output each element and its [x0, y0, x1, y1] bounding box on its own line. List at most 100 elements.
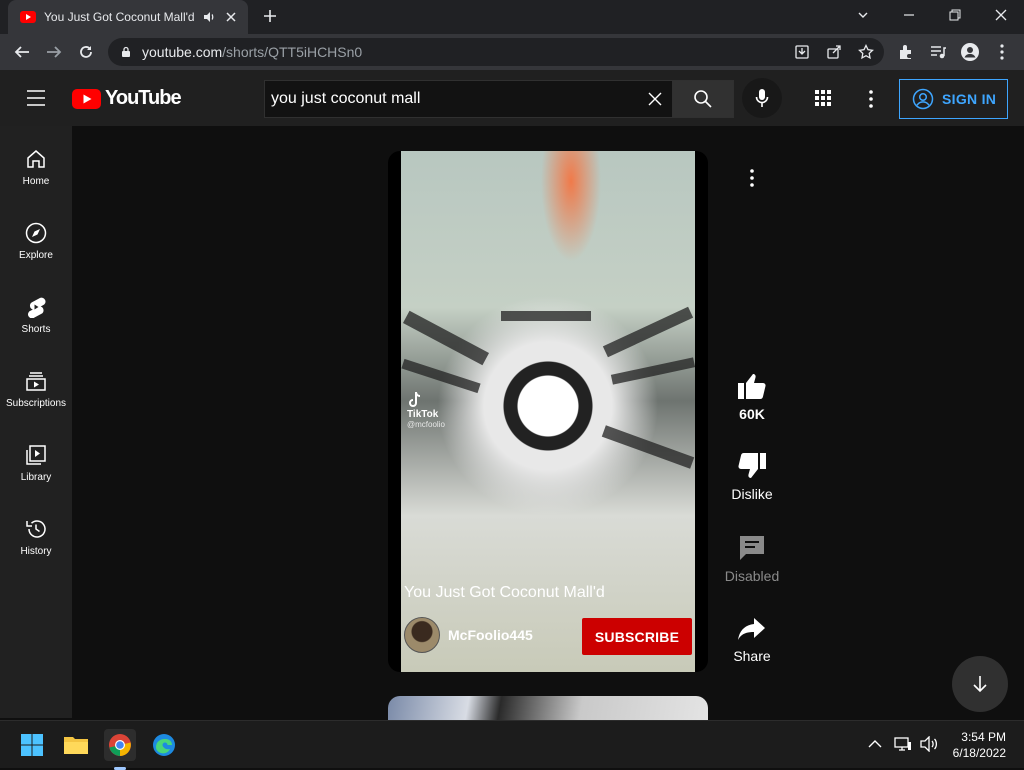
sidebar-item-explore[interactable]: Explore — [0, 200, 72, 274]
tiktok-watermark: TikTok @mcfoolio — [407, 391, 445, 429]
sidebar-item-label: History — [20, 546, 52, 557]
tab-title: You Just Got Coconut Mall'd — [44, 10, 194, 24]
forward-icon[interactable] — [44, 42, 64, 62]
clock-time: 3:54 PM — [961, 730, 1006, 744]
profile-icon[interactable] — [960, 42, 980, 62]
tiktok-logo-icon — [409, 391, 421, 407]
browser-tab[interactable]: You Just Got Coconut Mall'd — [8, 0, 248, 34]
file-explorer-button[interactable] — [60, 729, 92, 761]
channel-avatar[interactable] — [404, 617, 440, 653]
like-count: 60K — [739, 406, 765, 422]
subscriptions-icon — [26, 372, 46, 391]
share-button[interactable]: Share — [716, 616, 788, 664]
browser-menu-icon[interactable] — [992, 42, 1012, 62]
video-motion-streak — [601, 425, 695, 469]
settings-more-icon[interactable] — [861, 89, 881, 109]
youtube-logo-icon — [72, 88, 101, 109]
arrow-down-icon — [973, 676, 987, 693]
video-motion-streak — [602, 306, 694, 358]
media-controls-icon[interactable] — [928, 42, 948, 62]
url-text: youtube.com/shorts/QTT5iHCHSn0 — [142, 44, 363, 60]
close-window-icon[interactable] — [978, 0, 1024, 30]
channel-name[interactable]: McFoolio445 — [448, 627, 533, 643]
next-short-button[interactable] — [952, 656, 1008, 712]
short-title[interactable]: You Just Got Coconut Mall'd — [404, 584, 605, 602]
search-input[interactable]: you just coconut mall — [264, 80, 672, 118]
back-icon[interactable] — [12, 42, 32, 62]
windows-logo-icon — [21, 734, 43, 756]
volume-icon[interactable] — [920, 736, 938, 752]
chrome-taskbar-button[interactable] — [104, 729, 136, 770]
bookmark-star-icon[interactable] — [858, 44, 874, 60]
folder-icon — [64, 737, 88, 754]
address-bar[interactable]: youtube.com/shorts/QTT5iHCHSn0 — [108, 38, 884, 66]
dislike-button[interactable]: Dislike — [716, 452, 788, 502]
search-query: you just coconut mall — [271, 90, 421, 107]
voice-search-button[interactable] — [742, 78, 782, 118]
subscribe-button[interactable]: SUBSCRIBE — [582, 618, 692, 655]
sidebar-item-subscriptions[interactable]: Subscriptions — [0, 348, 72, 422]
reload-icon[interactable] — [76, 42, 96, 62]
browser-tab-strip: You Just Got Coconut Mall'd — [0, 0, 1024, 34]
tab-close-icon[interactable] — [224, 10, 238, 24]
new-tab-icon[interactable] — [262, 8, 278, 24]
clock-date: 6/18/2022 — [952, 746, 1006, 760]
tab-search-icon[interactable] — [840, 0, 886, 30]
chevron-up-icon[interactable] — [868, 739, 882, 749]
sidebar-item-library[interactable]: Library — [0, 422, 72, 496]
system-clock[interactable]: 3:54 PM 6/18/2022 — [953, 729, 1006, 761]
microphone-icon — [755, 89, 769, 107]
clear-search-icon[interactable] — [648, 92, 662, 106]
youtube-logo-text: YouTube — [105, 87, 182, 109]
dislike-label: Dislike — [731, 486, 773, 502]
sidebar-item-label: Library — [20, 472, 52, 483]
home-icon — [27, 150, 45, 168]
sidebar-item-shorts[interactable]: Shorts — [0, 274, 72, 348]
start-button[interactable] — [16, 729, 48, 761]
minimize-icon[interactable] — [886, 0, 932, 30]
hamburger-menu-icon[interactable] — [26, 89, 46, 107]
extensions-icon[interactable] — [896, 42, 916, 62]
thumbs-up-icon — [738, 374, 766, 400]
short-player[interactable]: TikTok @mcfoolio You Just Got Coconut Ma… — [388, 151, 708, 672]
short-more-options-icon[interactable] — [742, 168, 762, 188]
thumbs-down-icon — [738, 452, 766, 478]
comments-label: Disabled — [724, 568, 780, 584]
youtube-favicon-icon — [20, 11, 36, 23]
tiktok-watermark-text: TikTok — [407, 409, 439, 420]
browser-toolbar: youtube.com/shorts/QTT5iHCHSn0 — [0, 34, 1024, 70]
edge-taskbar-button[interactable] — [148, 729, 180, 761]
chrome-icon — [109, 734, 131, 756]
video-motion-streak — [501, 311, 591, 321]
youtube-logo[interactable]: YouTube — [72, 87, 182, 110]
install-app-icon[interactable] — [794, 44, 810, 60]
sidebar-item-label: Explore — [19, 250, 53, 261]
lock-icon[interactable] — [120, 46, 132, 58]
network-icon[interactable] — [894, 736, 912, 752]
sign-in-button[interactable]: SIGN IN — [899, 79, 1008, 119]
video-motion-streak — [610, 357, 695, 385]
sidebar: Home Explore Shorts Subscriptions Librar… — [0, 126, 72, 718]
channel-info[interactable]: McFoolio445 — [404, 617, 533, 653]
tiktok-handle-text: @mcfoolio — [407, 420, 445, 429]
video-motion-streak — [401, 358, 481, 394]
video-motion-streak — [402, 310, 490, 366]
compass-icon — [25, 222, 47, 244]
sidebar-item-history[interactable]: History — [0, 496, 72, 570]
share-page-icon[interactable] — [826, 44, 842, 60]
shorts-icon — [28, 297, 46, 318]
sidebar-item-label: Home — [22, 176, 50, 187]
search-button[interactable] — [672, 80, 734, 118]
sidebar-item-home[interactable]: Home — [0, 126, 72, 200]
edge-icon — [153, 734, 175, 756]
sidebar-item-label: Subscriptions — [5, 398, 67, 409]
comments-button: Disabled — [716, 534, 788, 584]
like-button[interactable]: 60K — [716, 372, 788, 422]
restore-icon[interactable] — [932, 0, 978, 30]
youtube-masthead: YouTube you just coconut mall SIGN IN — [0, 70, 1024, 126]
share-label: Share — [733, 648, 771, 664]
audio-playing-icon[interactable] — [202, 10, 216, 24]
search-icon — [694, 90, 712, 108]
apps-grid-icon[interactable] — [815, 90, 831, 106]
share-arrow-icon — [738, 618, 765, 640]
